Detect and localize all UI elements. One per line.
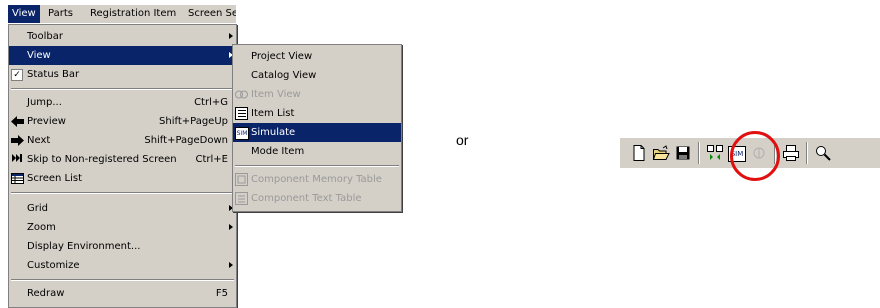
checkmark-icon: ✓ bbox=[11, 69, 23, 81]
skip-icon bbox=[11, 153, 24, 166]
component-memory-icon bbox=[235, 173, 248, 186]
menu-item-redraw[interactable]: Redraw F5 bbox=[9, 284, 236, 303]
menu-separator bbox=[11, 192, 234, 194]
menu-item-preview[interactable]: Preview Shift+PageUp bbox=[9, 112, 236, 131]
toolbar-separator bbox=[698, 142, 700, 164]
submenu-arrow-icon bbox=[229, 262, 233, 268]
menu-separator bbox=[11, 279, 234, 281]
print-icon[interactable] bbox=[782, 144, 800, 162]
menu-item-next[interactable]: Next Shift+PageDown bbox=[9, 131, 236, 150]
new-file-icon[interactable] bbox=[630, 144, 648, 162]
zoom-icon[interactable] bbox=[814, 144, 832, 162]
menu-view[interactable]: View bbox=[8, 5, 40, 23]
menu-item-display-environment[interactable]: Display Environment... bbox=[9, 237, 236, 256]
or-label: or bbox=[456, 132, 469, 148]
menu-item-toolbar[interactable]: Toolbar bbox=[9, 27, 236, 46]
menu-separator bbox=[235, 165, 399, 167]
submenu-item-project-view[interactable]: Project View bbox=[233, 47, 401, 66]
submenu-item-simulate[interactable]: SIM Simulate bbox=[233, 123, 401, 142]
menu-item-view[interactable]: View bbox=[9, 46, 236, 65]
transfer-icon[interactable] bbox=[706, 144, 724, 162]
item-view-icon bbox=[235, 88, 248, 101]
component-text-icon bbox=[235, 192, 248, 205]
menu-item-grid[interactable]: Grid bbox=[9, 199, 236, 218]
arrow-right-icon bbox=[11, 134, 24, 147]
submenu-item-catalog-view[interactable]: Catalog View bbox=[233, 66, 401, 85]
menu-parts[interactable]: Parts bbox=[44, 5, 77, 23]
highlight-circle bbox=[730, 131, 780, 181]
submenu-item-item-list[interactable]: Item List bbox=[233, 104, 401, 123]
menu-item-status-bar[interactable]: ✓ Status Bar bbox=[9, 65, 236, 84]
item-list-icon bbox=[235, 107, 248, 120]
submenu-arrow-icon bbox=[229, 224, 233, 230]
view-menu: Toolbar View ✓ Status Bar Jump... Ctrl+G… bbox=[8, 24, 237, 308]
submenu-item-mode-item[interactable]: Mode Item bbox=[233, 142, 401, 161]
menu-item-skip-non-registered[interactable]: Skip to Non-registered Screen Ctrl+E bbox=[9, 150, 236, 169]
simulate-icon: SIM bbox=[235, 127, 249, 140]
submenu-item-component-memory-table[interactable]: Component Memory Table bbox=[233, 170, 401, 189]
toolbar-separator bbox=[806, 142, 808, 164]
menu-item-zoom[interactable]: Zoom bbox=[9, 218, 236, 237]
menu-registration-item[interactable]: Registration Item bbox=[86, 5, 180, 23]
menu-screen-setup[interactable]: Screen Se bbox=[184, 5, 236, 23]
arrow-left-icon bbox=[11, 115, 24, 128]
open-folder-icon[interactable] bbox=[652, 144, 670, 162]
menu-item-customize[interactable]: Customize bbox=[9, 256, 236, 275]
menu-separator bbox=[11, 88, 234, 90]
submenu-item-item-view[interactable]: Item View bbox=[233, 85, 401, 104]
screen-list-icon bbox=[11, 172, 24, 185]
view-submenu: Project View Catalog View Item View Item… bbox=[232, 44, 402, 212]
save-icon[interactable] bbox=[674, 144, 692, 162]
submenu-arrow-icon bbox=[229, 33, 233, 39]
menu-item-jump[interactable]: Jump... Ctrl+G bbox=[9, 93, 236, 112]
menu-item-screen-list[interactable]: Screen List bbox=[9, 169, 236, 188]
submenu-item-component-text-table[interactable]: Component Text Table bbox=[233, 189, 401, 208]
menu-bar: View Parts Registration Item Screen Se bbox=[8, 5, 236, 23]
